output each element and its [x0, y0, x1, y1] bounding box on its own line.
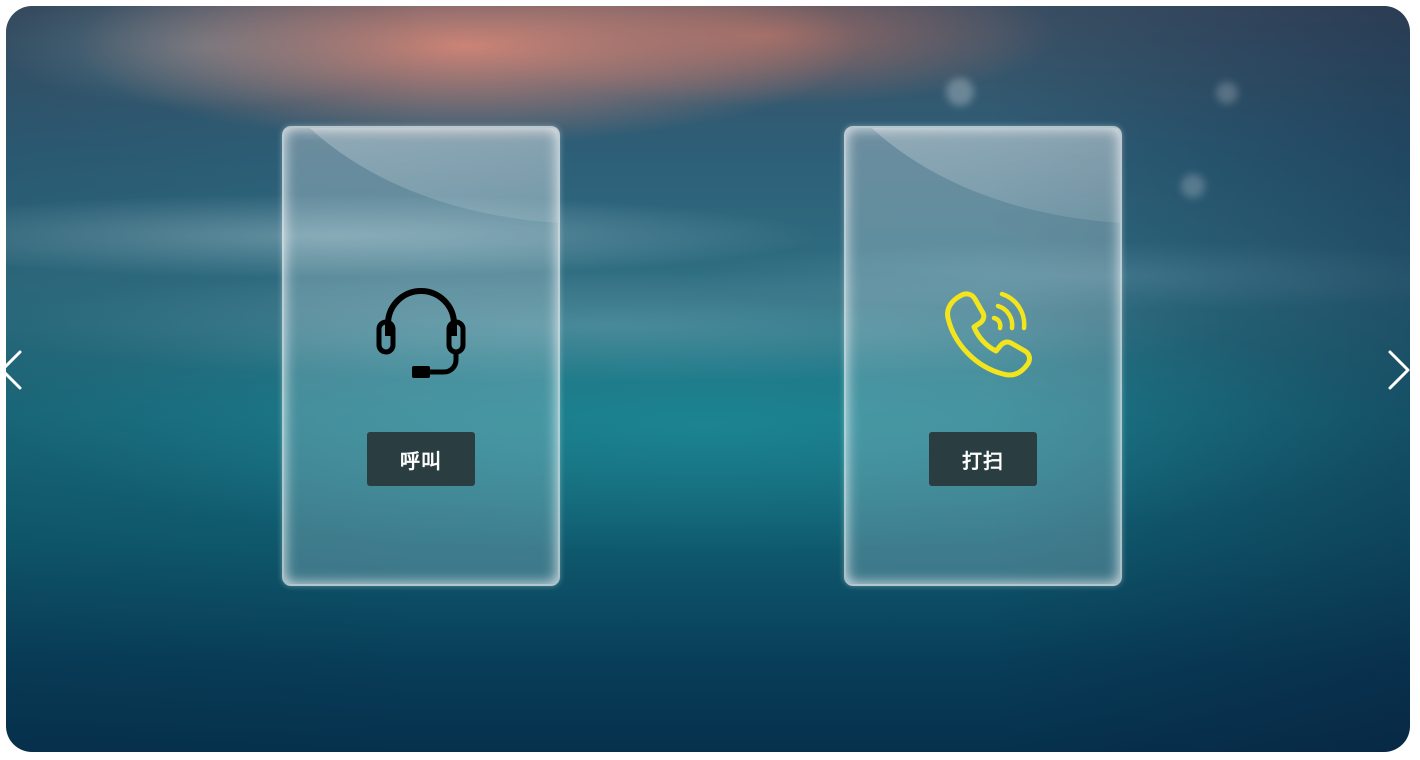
bokeh-light — [1181, 174, 1205, 198]
chevron-right-icon[interactable] — [1380, 346, 1410, 394]
background-panel: 呼叫 打扫 — [6, 6, 1410, 752]
call-card: 呼叫 — [282, 126, 560, 586]
phone-ringing-icon — [945, 291, 1032, 378]
cleaning-button[interactable]: 打扫 — [929, 432, 1037, 486]
headset-icon — [376, 288, 466, 378]
card-gloss — [284, 128, 558, 299]
cleaning-card: 打扫 — [844, 126, 1122, 586]
bokeh-light — [1216, 82, 1238, 104]
call-button[interactable]: 呼叫 — [367, 432, 475, 486]
bokeh-light — [946, 78, 974, 106]
chevron-left-icon[interactable] — [6, 346, 32, 394]
card-gloss — [846, 128, 1120, 299]
